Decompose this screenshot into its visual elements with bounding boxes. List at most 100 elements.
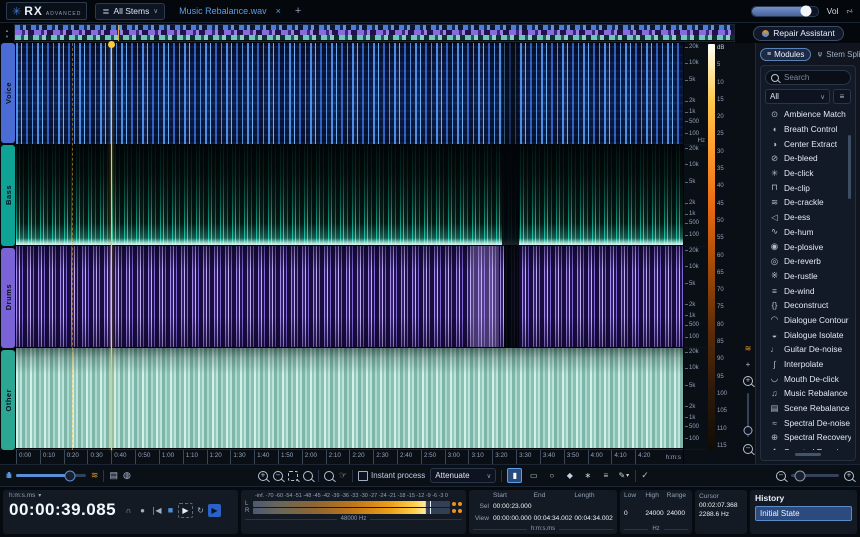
freq-high-value[interactable]: 24000 (645, 510, 666, 525)
spectrogram-display-icon[interactable]: ≋ (91, 470, 99, 481)
brush-selection-tool[interactable]: ◆ (563, 469, 576, 482)
category-filter-dropdown[interactable]: All ∨ (765, 89, 830, 104)
magic-wand-tool[interactable]: ∗ (581, 469, 594, 482)
list-view-toggle[interactable]: ≡ (833, 89, 851, 104)
overview-minimap[interactable] (14, 24, 735, 42)
module-item[interactable]: ⊘ De-bleed (765, 151, 851, 166)
sel-end-value[interactable] (534, 503, 573, 512)
horizontal-zoom-slider[interactable] (791, 474, 839, 477)
repair-assistant-button[interactable]: Repair Assistant (753, 26, 843, 41)
time-selection-tool[interactable]: ▮ (507, 468, 522, 483)
spectrogram-other[interactable] (16, 348, 683, 450)
panel-resize-handle[interactable] (795, 453, 821, 456)
module-item[interactable]: ◁ De-ess (765, 210, 851, 225)
harmonic-selection-tool[interactable]: ≡ (599, 469, 612, 482)
process-mode-dropdown[interactable]: Attenuate ∨ (430, 468, 496, 483)
module-item[interactable]: ◑ Center Extract (765, 136, 851, 151)
loop-button[interactable]: ↻ (194, 504, 207, 517)
spectrogram-voice[interactable] (16, 43, 683, 145)
module-item[interactable]: ◉ De-plosive (765, 239, 851, 254)
zoom-history-icon[interactable] (303, 471, 313, 481)
horizontal-zoom-in-icon[interactable] (844, 471, 854, 481)
spectrogram-bass[interactable] (16, 145, 683, 247)
playhead[interactable] (111, 43, 112, 450)
module-item[interactable]: ≋ De-crackle (765, 195, 851, 210)
horizontal-zoom-knob[interactable] (794, 470, 805, 481)
module-item[interactable]: ♫ Music Rebalance (765, 386, 851, 401)
draw-tool[interactable]: ✎▾ (617, 469, 630, 482)
spectrogram-settings-icon[interactable]: ≋ (745, 344, 752, 353)
module-item[interactable]: ♩ Guitar De-noise (765, 342, 851, 357)
clip-led[interactable] (452, 502, 456, 506)
search-input[interactable] (782, 72, 845, 83)
time-frequency-selection-tool[interactable]: ▭ (527, 469, 540, 482)
zoom-in-icon[interactable] (258, 471, 268, 481)
spectrogram-drums[interactable] (16, 246, 683, 348)
tab-stem-split[interactable]: ⋔ Stem Split (817, 50, 860, 59)
time-format-dropdown[interactable]: h:m:s.ms ▾ (9, 492, 232, 499)
new-tab-button[interactable]: + (295, 5, 301, 17)
tab-modules[interactable]: ≡ Modules (760, 48, 811, 61)
monitor-button[interactable]: ∩ (122, 504, 135, 517)
module-item[interactable]: ✳ De-click (765, 166, 851, 181)
stop-button[interactable]: ■ (164, 504, 177, 517)
vertical-zoom-in-icon[interactable] (743, 376, 753, 386)
module-search[interactable] (765, 70, 851, 85)
stems-view-dropdown[interactable]: ≣ All Stems ∨ (95, 3, 165, 20)
stem-tab[interactable]: Other (1, 350, 15, 450)
confirm-selection-icon[interactable]: ✓ (641, 470, 649, 481)
module-item[interactable]: {} Deconstruct (765, 298, 851, 313)
view-start-value[interactable]: 00:00:00.000 (493, 515, 532, 524)
module-item[interactable]: ∿ De-hum (765, 225, 851, 240)
pan-vertical-icon[interactable]: + (746, 360, 751, 369)
module-item[interactable]: ⊙ Ambience Match (765, 107, 851, 122)
sel-start-value[interactable]: 00:00:23.000 (493, 503, 532, 512)
zoom-out-icon[interactable] (273, 471, 283, 481)
clipboard-icon[interactable]: ▤ (109, 470, 118, 481)
output-meter-icon[interactable]: ∿ (844, 4, 857, 17)
spectrogram-area[interactable]: 0:000:100:200:300:400:501:001:101:201:30… (16, 43, 683, 464)
history-item[interactable]: Initial State (755, 506, 852, 521)
hand-tool-icon[interactable]: ☞ (339, 470, 347, 481)
module-item[interactable]: ▤ Scene Rebalance (765, 401, 851, 416)
horizontal-zoom-out-icon[interactable] (776, 471, 786, 481)
module-item[interactable]: ◡ Mouth De-click (765, 371, 851, 386)
module-item[interactable]: ≈ Spectral De-noise (765, 415, 851, 430)
record-button[interactable]: ● (136, 504, 149, 517)
blend-slider[interactable] (16, 474, 86, 477)
module-item[interactable]: ◎ De-reverb (765, 254, 851, 269)
stem-tab[interactable]: Drums (1, 248, 15, 348)
instant-process-toggle[interactable]: Instant process (358, 471, 425, 481)
instant-process-checkbox[interactable] (358, 471, 368, 481)
volume-slider-knob[interactable] (800, 6, 811, 17)
blend-slider-knob[interactable] (65, 470, 76, 481)
time-ruler[interactable]: 0:000:100:200:300:400:501:001:101:201:30… (16, 449, 683, 464)
vertical-zoom-out-icon[interactable] (743, 444, 753, 454)
volume-slider[interactable] (751, 6, 819, 17)
play-button[interactable]: ▶ (178, 503, 193, 518)
go-to-start-button[interactable]: ∣◀ (150, 504, 163, 517)
minimap-collapse-control[interactable]: ▲ ▼ (2, 28, 12, 39)
view-length-value[interactable]: 00:04:34.002 (574, 515, 613, 524)
stem-tab[interactable]: Bass (1, 145, 15, 245)
file-tab[interactable]: Music Rebalance.wav × (173, 0, 287, 22)
module-item[interactable]: ◖ Breath Control (765, 122, 851, 137)
comment-icon[interactable]: ◍ (123, 470, 131, 481)
module-item[interactable]: ※ De-rustle (765, 269, 851, 284)
zoom-to-selection-icon[interactable] (288, 471, 298, 481)
tab-close-icon[interactable]: × (276, 6, 281, 16)
module-item[interactable]: ⊓ De-clip (765, 180, 851, 195)
scrollbar[interactable] (848, 135, 851, 199)
module-item[interactable]: ◠ Dialogue Contour (765, 313, 851, 328)
module-item[interactable]: ✚ Spectral Repair (765, 445, 851, 450)
module-item[interactable]: ◒ Dialogue Isolate (765, 327, 851, 342)
clip-led[interactable] (458, 509, 462, 513)
vertical-zoom-knob[interactable] (744, 426, 753, 435)
vertical-zoom-slider[interactable] (747, 393, 749, 437)
clip-led[interactable] (452, 509, 456, 513)
sel-length-value[interactable] (574, 503, 613, 512)
play-selection-button[interactable]: ▶ (208, 504, 221, 517)
freq-low-value[interactable]: 0 (624, 510, 645, 525)
stem-tab[interactable]: Voice (1, 43, 15, 143)
module-item[interactable]: ∫ Interpolate (765, 357, 851, 372)
